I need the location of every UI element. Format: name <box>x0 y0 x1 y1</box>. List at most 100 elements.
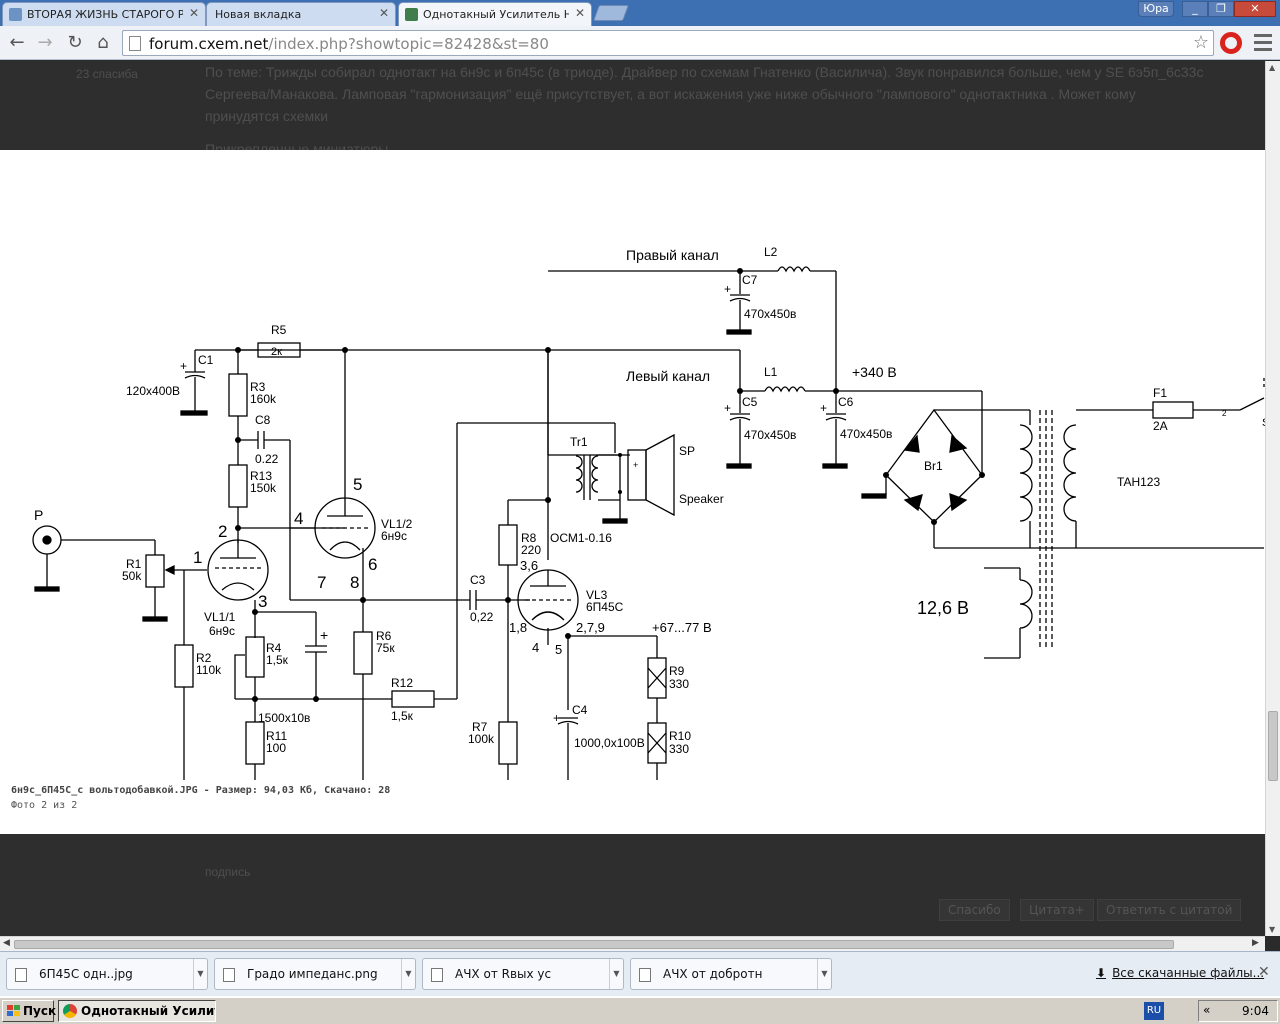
label-pins-36: 3,6 <box>520 558 538 573</box>
new-tab-button[interactable] <box>593 5 629 21</box>
image-file-icon <box>223 968 235 982</box>
download-item[interactable]: Градо импеданс.png ▼ <box>214 958 416 990</box>
pin-5b-label: 5 <box>555 642 562 657</box>
close-window-button[interactable]: ✕ <box>1234 1 1276 17</box>
label-c7: C7 <box>742 273 758 287</box>
reload-icon[interactable]: ↻ <box>64 32 86 54</box>
download-item[interactable]: 6П45С одн..jpg ▼ <box>6 958 208 990</box>
label-r8-value: 220 <box>521 543 541 557</box>
download-arrow-icon: ⬇ <box>1096 966 1107 980</box>
tab-label: Новая вкладка <box>215 8 302 21</box>
scroll-left-icon[interactable]: ◀ <box>3 938 10 948</box>
photo-counter: Фото 2 из 2 <box>11 800 78 811</box>
close-icon[interactable]: ✕ <box>1258 964 1270 980</box>
image-file-icon <box>431 968 443 982</box>
label-vl11-type: 6н9с <box>209 624 235 638</box>
label-r10: R10 <box>669 729 691 743</box>
tab-label: Однотакный Усилитель На <box>423 8 569 21</box>
back-arrow-icon[interactable]: ← <box>6 32 28 54</box>
image-lightbox[interactable]: Правый канал Левый канал L2 L1 C7 470х45… <box>0 150 1265 834</box>
tab-odnotaktny-usilitel[interactable]: Однотакный Усилитель На ✕ <box>398 2 592 27</box>
label-c1-value: 120х400В <box>126 384 180 398</box>
label-left-channel: Левый канал <box>626 368 710 384</box>
reply-quote-button[interactable]: Ответить с цитатой <box>1097 899 1242 921</box>
user-profile-button[interactable]: Юра <box>1138 1 1174 17</box>
scroll-down-icon[interactable]: ▼ <box>1269 925 1275 934</box>
label-r3-value: 160k <box>250 392 277 406</box>
taskbar-window-chrome[interactable]: Однотакный Усилит... <box>58 1000 216 1022</box>
signature: подпись <box>205 865 251 879</box>
label-c6: C6 <box>838 395 854 409</box>
chrome-icon <box>63 1004 77 1018</box>
horizontal-scrollbar[interactable]: ◀ ▶ <box>0 936 1265 951</box>
label-pins-18: 1,8 <box>509 620 527 635</box>
pin-6-label: 6 <box>368 555 377 574</box>
scrollbar-thumb[interactable] <box>1268 711 1278 781</box>
pin-4b-label: 4 <box>532 640 539 655</box>
label-r9: R9 <box>669 664 685 678</box>
minimize-button[interactable]: _ <box>1182 1 1208 17</box>
label-r4-value: 1,5к <box>266 653 289 667</box>
url-text: forum.cxem.net/index.php?showtopic=82428… <box>149 35 549 53</box>
label-r9-value: 330 <box>669 677 689 691</box>
chevron-down-icon[interactable]: ▼ <box>401 959 415 989</box>
label-vl3-type: 6П45С <box>586 600 624 614</box>
label-transformer: TAH123 <box>1117 475 1160 489</box>
label-sp: SP <box>679 444 695 458</box>
chevron-left-icon[interactable]: « <box>1203 1003 1210 1017</box>
chevron-down-icon[interactable]: ▼ <box>193 959 207 989</box>
close-icon[interactable]: ✕ <box>379 6 389 20</box>
download-item[interactable]: АЧХ от добротн ▼ <box>630 958 832 990</box>
close-icon[interactable]: ✕ <box>575 6 585 20</box>
image-file-icon <box>15 968 27 982</box>
fuse-pin-label: 2 <box>1222 409 1227 418</box>
chevron-down-icon[interactable]: ▼ <box>609 959 623 989</box>
chevron-down-icon[interactable]: ▼ <box>817 959 831 989</box>
image-caption: 6н9с_6П45С_с вольтодобавкой.JPG - Размер… <box>11 785 391 796</box>
home-icon[interactable]: ⌂ <box>92 32 114 54</box>
clock[interactable]: 9:04 <box>1242 1004 1269 1018</box>
forum-favicon-icon <box>9 8 22 21</box>
scroll-right-icon[interactable]: ▶ <box>1252 938 1259 948</box>
label-r1-value: 50k <box>122 569 142 583</box>
label-speaker: Speaker <box>679 492 724 506</box>
scroll-up-icon[interactable]: ▲ <box>1269 63 1275 72</box>
menu-icon[interactable] <box>1252 30 1274 54</box>
language-indicator[interactable]: RU <box>1144 1002 1164 1020</box>
address-bar[interactable]: forum.cxem.net/index.php?showtopic=82428… <box>122 30 1214 56</box>
thanks-button[interactable]: Спасибо <box>939 899 1010 921</box>
download-item[interactable]: АЧХ от Rвых ус ▼ <box>422 958 624 990</box>
label-osm: ОСМ1-0.16 <box>550 531 612 545</box>
download-filename: АЧХ от добротн <box>663 967 763 981</box>
post-text-line: По теме: Трижды собирал однотакт на 6н9с… <box>205 64 1204 80</box>
tab-label: ВТОРАЯ ЖИЗНЬ СТАРОГО Р <box>27 8 183 21</box>
forum-favicon-icon <box>405 8 418 21</box>
label-c6-value: 470х450в <box>840 427 892 441</box>
svg-text:+: + <box>633 460 638 470</box>
all-downloads-link[interactable]: ⬇ Все скачанные файлы... <box>1096 966 1264 980</box>
start-button[interactable]: Пуск <box>2 1000 56 1022</box>
tab-new-tab[interactable]: Новая вкладка ✕ <box>206 2 396 26</box>
svg-text:+: + <box>724 282 731 296</box>
label-c5: C5 <box>742 395 758 409</box>
download-shelf: 6П45С одн..jpg ▼ Градо импеданс.png ▼ АЧ… <box>0 951 1280 996</box>
amplifier-schematic: Правый канал Левый канал L2 L1 C7 470х45… <box>32 245 1265 780</box>
label-r12: R12 <box>391 676 413 690</box>
label-f1-value: 2А <box>1153 419 1168 433</box>
label-right-channel: Правый канал <box>626 247 719 263</box>
scrollbar-thumb[interactable] <box>14 940 1174 949</box>
opera-extension-icon[interactable] <box>1220 32 1242 54</box>
bookmark-star-icon[interactable]: ☆ <box>1193 32 1209 53</box>
svg-text:+: + <box>320 627 328 643</box>
quote-plus-button[interactable]: Цитата+ <box>1020 899 1094 921</box>
windows-logo-icon <box>7 1005 20 1016</box>
vertical-scrollbar[interactable]: ▲ ▼ <box>1265 61 1280 936</box>
close-icon[interactable]: ✕ <box>189 6 199 20</box>
label-heater-voltage: 12,6 В <box>917 598 969 618</box>
forward-arrow-icon[interactable]: → <box>34 32 56 54</box>
svg-text:+: + <box>724 401 731 415</box>
tab-vtoraya-zhizn[interactable]: ВТОРАЯ ЖИЗНЬ СТАРОГО Р ✕ <box>2 2 206 26</box>
label-r11-value: 100 <box>266 741 286 755</box>
label-r5: R5 <box>271 323 287 337</box>
restore-button[interactable]: ❐ <box>1208 1 1234 17</box>
